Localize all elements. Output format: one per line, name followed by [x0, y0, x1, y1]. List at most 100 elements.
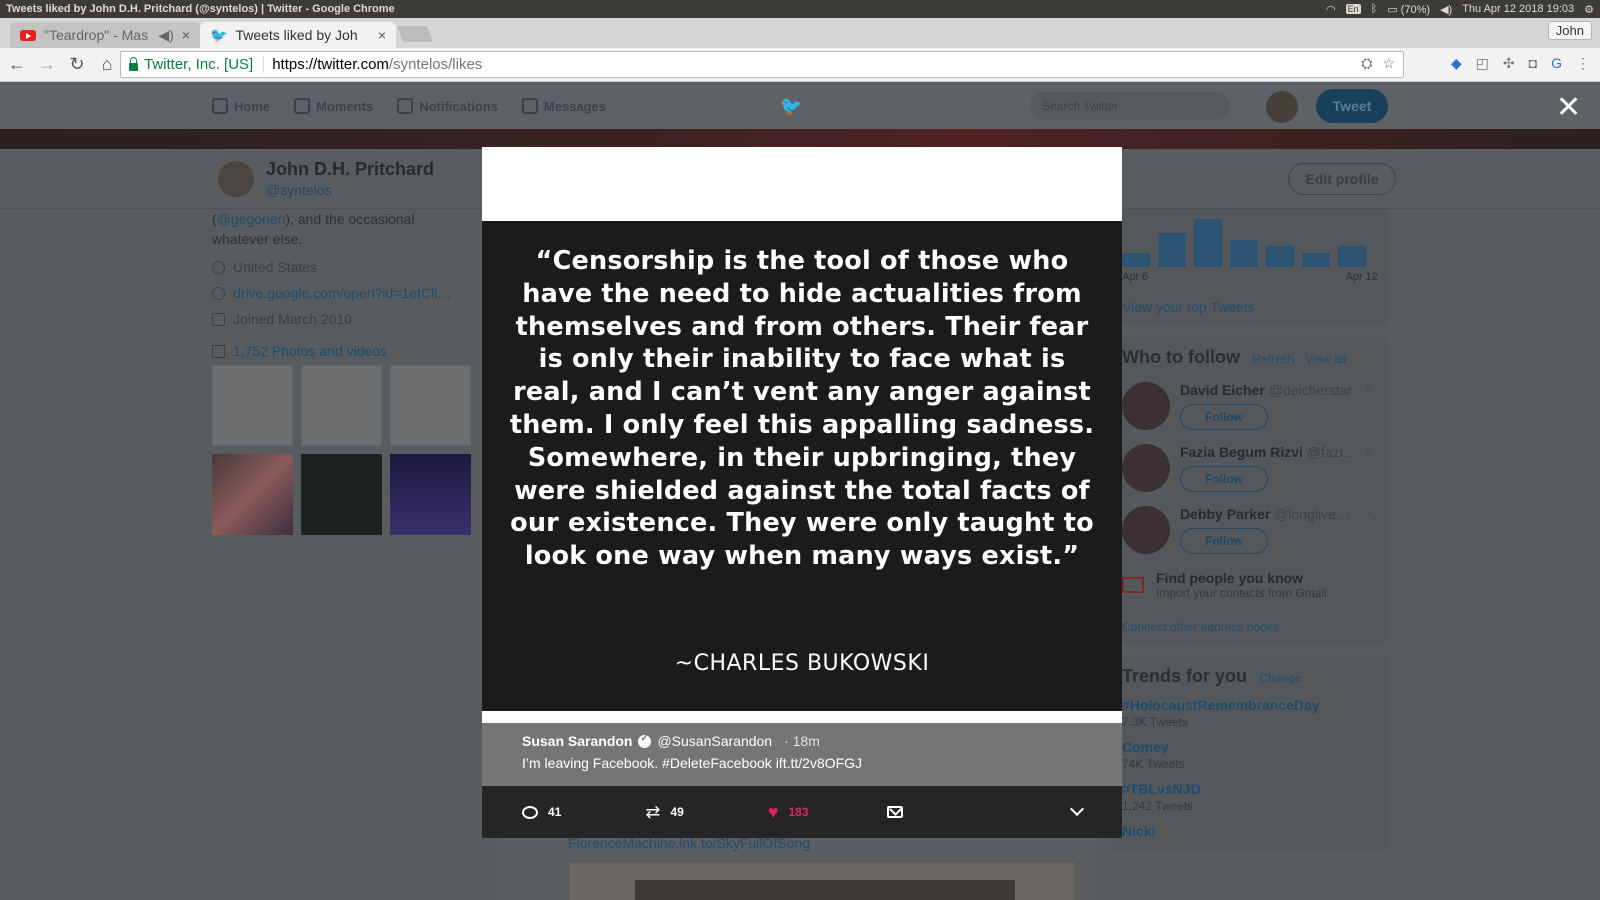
- nav-notifications[interactable]: Notifications: [397, 98, 498, 114]
- search-input[interactable]: Search Twitter: [1030, 92, 1230, 120]
- photo-thumbnail[interactable]: [212, 365, 293, 446]
- profile-name[interactable]: John D.H. Pritchard: [266, 159, 434, 180]
- avatar[interactable]: [1266, 91, 1298, 123]
- image-icon: [212, 344, 225, 358]
- bio-link[interactable]: @gegonen: [217, 211, 286, 227]
- browser-toolbar: ← → ↻ ⌂ Twitter, Inc. [US] https://twitt…: [0, 48, 1600, 82]
- close-tab-icon[interactable]: ×: [378, 27, 386, 43]
- twitter-bird-icon[interactable]: 🐦: [780, 96, 802, 117]
- profile-joined: Joined March 2010: [212, 311, 474, 327]
- envelope-icon: [886, 806, 903, 818]
- avatar[interactable]: [218, 161, 254, 197]
- address-bar[interactable]: Twitter, Inc. [US] https://twitter.com /…: [120, 51, 1404, 78]
- speaker-icon[interactable]: ◀): [158, 27, 173, 44]
- close-modal-icon[interactable]: ✕: [1556, 93, 1581, 123]
- follow-button[interactable]: Follow: [1180, 404, 1268, 430]
- close-tab-icon[interactable]: ×: [182, 27, 190, 43]
- trend-item[interactable]: Nicki: [1122, 823, 1378, 839]
- home-button[interactable]: ⌂: [94, 52, 120, 78]
- tab-youtube[interactable]: "Teardrop" - Mas ◀) ×: [10, 22, 200, 48]
- follow-suggestion: Debby Parker @longlive… Follow ×: [1122, 506, 1378, 554]
- photo-thumbnail[interactable]: [390, 365, 471, 446]
- google-translate-icon[interactable]: G: [1551, 55, 1562, 72]
- extension-icon[interactable]: ◆: [1451, 55, 1462, 72]
- follow-button[interactable]: Follow: [1180, 528, 1268, 554]
- back-button[interactable]: ←: [4, 52, 30, 78]
- top-tweets-link[interactable]: View your top Tweets: [1122, 299, 1378, 315]
- avatar[interactable]: [1122, 506, 1170, 554]
- photos-link[interactable]: 1,752 Photos and videos: [212, 343, 474, 359]
- chevron-down-icon: [1069, 801, 1085, 817]
- refresh-link[interactable]: Refresh: [1252, 352, 1294, 366]
- view-all-link[interactable]: View all: [1305, 352, 1346, 366]
- home-icon: [212, 98, 228, 114]
- quote-image[interactable]: “Censorship is the tool of those who hav…: [482, 147, 1122, 723]
- tweet-media[interactable]: [568, 861, 1076, 900]
- nav-moments[interactable]: Moments: [294, 98, 373, 114]
- trend-item[interactable]: Comey 74K Tweets: [1122, 739, 1378, 771]
- keyboard-language[interactable]: En: [1345, 4, 1361, 14]
- dismiss-icon[interactable]: ×: [1365, 382, 1372, 396]
- tab-twitter-likes[interactable]: 🐦 Tweets liked by Joh ×: [200, 22, 396, 48]
- suggestion-name[interactable]: David Eicher @deicherstar: [1180, 382, 1352, 398]
- lightning-icon: [294, 98, 311, 114]
- new-tab-button[interactable]: [397, 26, 433, 42]
- translate-icon[interactable]: ⛭: [1361, 55, 1372, 72]
- author-handle[interactable]: @SusanSarandon: [657, 733, 772, 749]
- verified-icon: [638, 733, 652, 748]
- camera-icon[interactable]: ◘: [1529, 55, 1537, 72]
- activity-bar: [1338, 246, 1366, 267]
- author-name[interactable]: Susan Sarandon: [522, 733, 632, 749]
- nav-home[interactable]: Home: [212, 98, 270, 114]
- tweet-time[interactable]: · 18m: [784, 733, 820, 749]
- reply-button[interactable]: 41: [522, 805, 561, 819]
- menu-icon[interactable]: ⋮: [1576, 55, 1590, 72]
- puzzle-icon[interactable]: ✣: [1503, 55, 1515, 72]
- clock[interactable]: Thu Apr 12 2018 19:03: [1462, 3, 1574, 15]
- bookmark-star-icon[interactable]: ☆: [1382, 55, 1395, 72]
- tweet-info: Susan Sarandon @SusanSarandon · 18m I’m …: [482, 723, 1122, 786]
- os-top-bar: Tweets liked by John D.H. Pritchard (@sy…: [0, 0, 1600, 18]
- activity-chart: [1122, 219, 1378, 267]
- rss-icon[interactable]: ◰: [1476, 55, 1489, 72]
- trends-card: Trends for you · Change #HolocaustRememb…: [1112, 656, 1388, 851]
- battery-indicator[interactable]: ▭ (70%): [1387, 3, 1430, 16]
- volume-icon[interactable]: ◀): [1440, 3, 1452, 16]
- nav-messages[interactable]: Messages: [521, 98, 606, 114]
- profile-bio: (@gegonen), and the occasional whatever …: [212, 211, 415, 247]
- reload-button[interactable]: ↻: [64, 52, 90, 78]
- settings-icon[interactable]: ⚙: [1584, 3, 1594, 16]
- suggestion-name[interactable]: Debby Parker @longlive…: [1180, 506, 1350, 522]
- profile-button[interactable]: John: [1547, 21, 1592, 40]
- follow-button[interactable]: Follow: [1180, 466, 1268, 492]
- find-people-row[interactable]: Find people you know Import your contacts…: [1122, 570, 1378, 600]
- photo-thumbnail[interactable]: [390, 454, 471, 535]
- profile-handle[interactable]: @syntelos: [266, 182, 332, 198]
- edit-profile-button[interactable]: Edit profile: [1288, 163, 1396, 195]
- bluetooth-icon[interactable]: ᛒ: [1371, 3, 1378, 15]
- security-indicator[interactable]: Twitter, Inc. [US]: [129, 56, 265, 73]
- direct-message-button[interactable]: [886, 806, 903, 818]
- activity-bar: [1122, 253, 1150, 267]
- trend-item[interactable]: #HolocaustRemembranceDay 7.3K Tweets: [1122, 697, 1378, 729]
- photo-thumbnail[interactable]: [301, 365, 382, 446]
- forward-button[interactable]: →: [34, 52, 60, 78]
- trend-item[interactable]: #TBLvsNJD 1,242 Tweets: [1122, 781, 1378, 813]
- avatar[interactable]: [1122, 444, 1170, 492]
- dismiss-icon[interactable]: ×: [1365, 506, 1372, 520]
- follow-suggestion: David Eicher @deicherstar Follow ×: [1122, 382, 1378, 430]
- retweet-button[interactable]: ⇄ 49: [645, 802, 683, 823]
- more-button[interactable]: [1069, 801, 1085, 817]
- change-trends-link[interactable]: Change: [1259, 671, 1301, 685]
- photo-thumbnail[interactable]: [301, 454, 382, 535]
- like-button[interactable]: ♥ 183: [768, 802, 809, 823]
- wifi-icon[interactable]: ◠: [1326, 3, 1336, 16]
- suggestion-name[interactable]: Fazia Begum Rizvi @fazi…: [1180, 444, 1357, 460]
- address-books-link[interactable]: Connect other address books: [1122, 620, 1378, 634]
- url-path: /syntelos/likes: [388, 56, 483, 73]
- avatar[interactable]: [1122, 382, 1170, 430]
- photo-thumbnail[interactable]: [212, 454, 293, 535]
- photo-grid: [212, 365, 474, 535]
- dismiss-icon[interactable]: ×: [1365, 444, 1372, 458]
- tweet-button[interactable]: Tweet: [1316, 89, 1388, 123]
